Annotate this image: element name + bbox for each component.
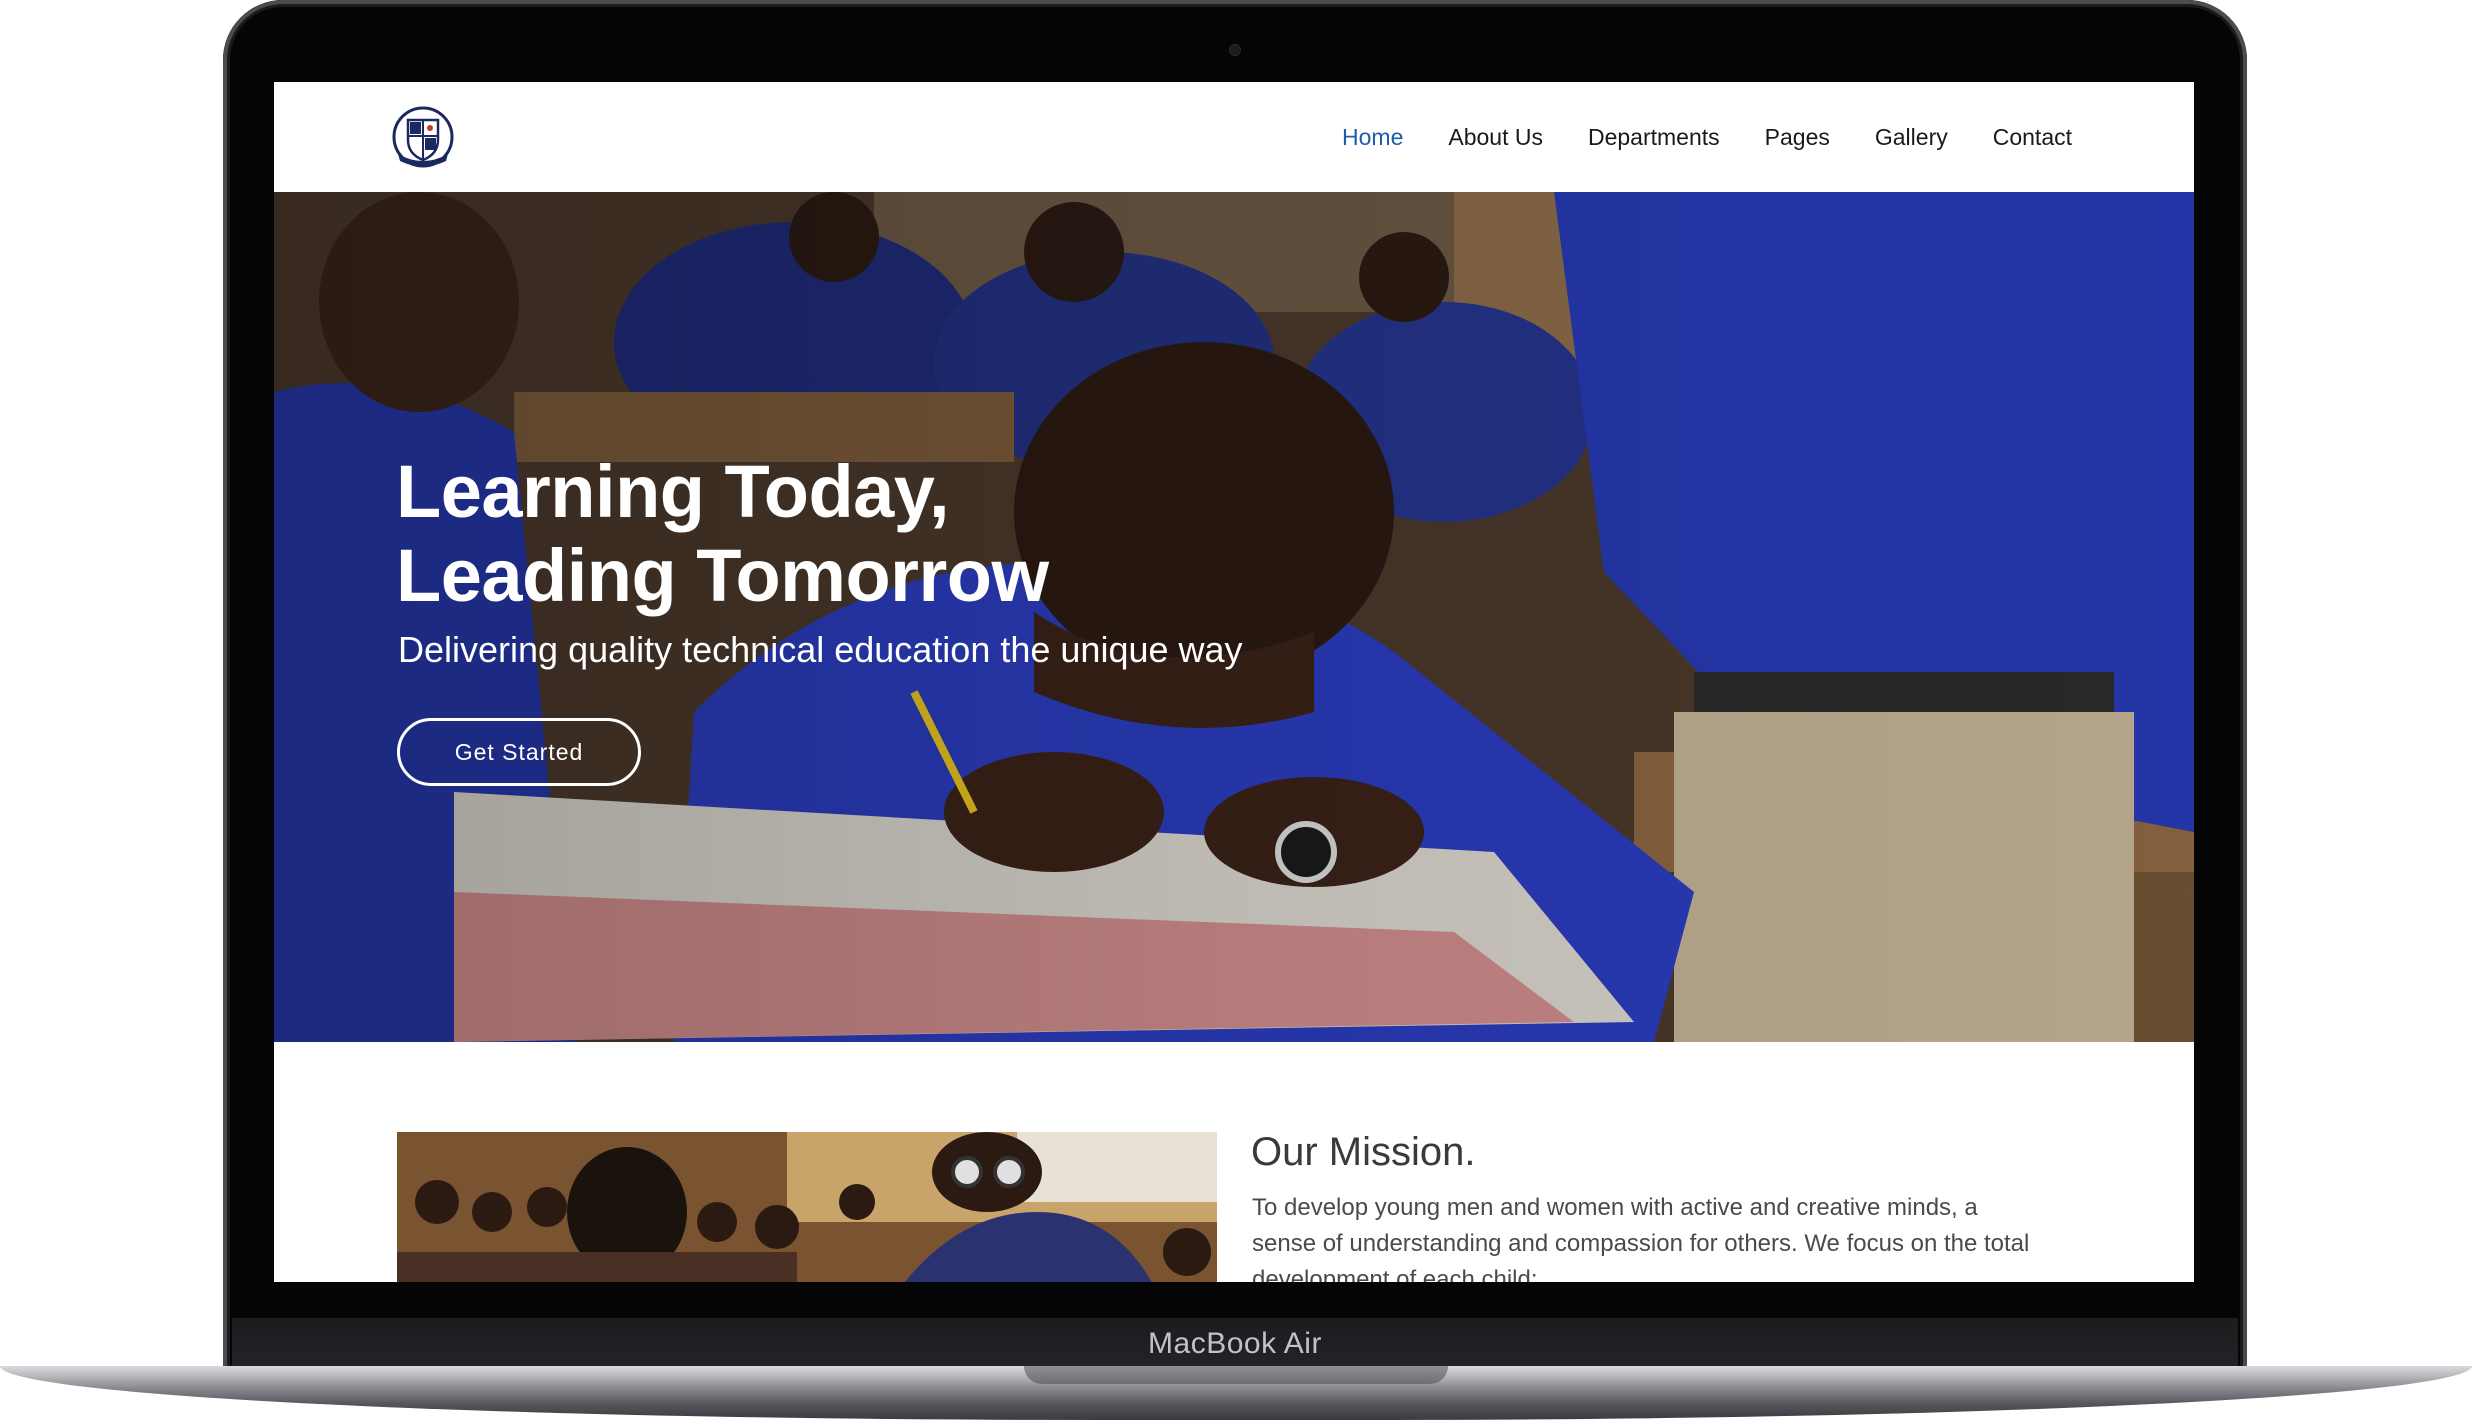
nav-link-pages[interactable]: Pages bbox=[1765, 124, 1830, 151]
site-header: Home About Us Departments Pages Gallery … bbox=[274, 82, 2194, 192]
school-crest-icon[interactable] bbox=[392, 106, 454, 168]
hero-title-line-2: Leading Tomorrow bbox=[396, 534, 1049, 617]
camera-icon bbox=[1229, 44, 1241, 56]
get-started-button[interactable]: Get Started bbox=[397, 718, 641, 786]
mission-text: To develop young men and women with acti… bbox=[1252, 1194, 2030, 1282]
nav-link-home[interactable]: Home bbox=[1342, 124, 1403, 151]
nav-link-gallery[interactable]: Gallery bbox=[1875, 124, 1948, 151]
main-navigation: Home About Us Departments Pages Gallery … bbox=[1342, 82, 2072, 192]
mission-title: Our Mission. bbox=[1251, 1130, 1476, 1174]
hero-section: Learning Today, Leading Tomorrow Deliver… bbox=[274, 192, 2194, 1042]
mission-image bbox=[397, 1132, 1217, 1282]
nav-link-contact[interactable]: Contact bbox=[1993, 124, 2072, 151]
device-model-label: MacBook Air bbox=[1148, 1327, 1322, 1360]
browser-viewport: Home About Us Departments Pages Gallery … bbox=[274, 82, 2194, 1282]
hero-title-line-1: Learning Today, bbox=[396, 450, 950, 533]
hero-title: Learning Today, Leading Tomorrow bbox=[396, 450, 1296, 618]
mockup-stage: Home About Us Departments Pages Gallery … bbox=[0, 0, 2472, 1420]
hero-subtitle: Delivering quality technical education t… bbox=[398, 629, 1243, 670]
laptop-hinge-notch bbox=[1024, 1366, 1448, 1384]
nav-link-departments[interactable]: Departments bbox=[1588, 124, 1720, 151]
nav-link-about-us[interactable]: About Us bbox=[1448, 124, 1543, 151]
